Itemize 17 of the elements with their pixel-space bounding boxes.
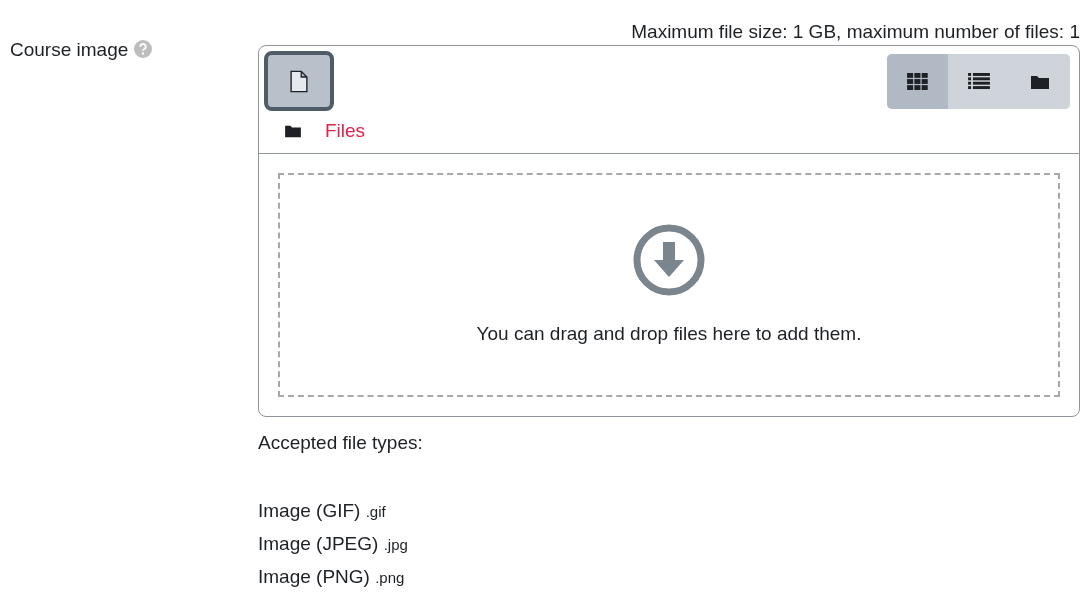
view-mode-button[interactable] bbox=[887, 54, 948, 109]
drop-hint: You can drag and drop files here to add them. bbox=[476, 322, 862, 346]
file-type-item: Image (PNG) .png bbox=[258, 564, 406, 589]
accepted-heading: Accepted file types: bbox=[258, 431, 424, 455]
grid-icon bbox=[906, 73, 929, 90]
drop-zone[interactable]: You can drag and drop files here to add them. bbox=[278, 173, 1060, 397]
download-icon bbox=[633, 224, 705, 296]
add-file-button[interactable] bbox=[264, 51, 334, 111]
limits-text: Maximum file size: 1 GB, maximum number of files: 1 bbox=[630, 20, 1080, 44]
file-type-item: Image (GIF) .gif bbox=[258, 498, 387, 523]
path-link[interactable]: Files bbox=[325, 116, 366, 146]
list-icon bbox=[967, 73, 990, 90]
file-type-item: Image (JPEG) .jpg bbox=[258, 531, 409, 556]
folder-icon bbox=[1029, 73, 1050, 90]
folder-icon bbox=[284, 124, 302, 138]
field-label: Course image bbox=[10, 38, 129, 62]
file-icon bbox=[290, 69, 308, 93]
